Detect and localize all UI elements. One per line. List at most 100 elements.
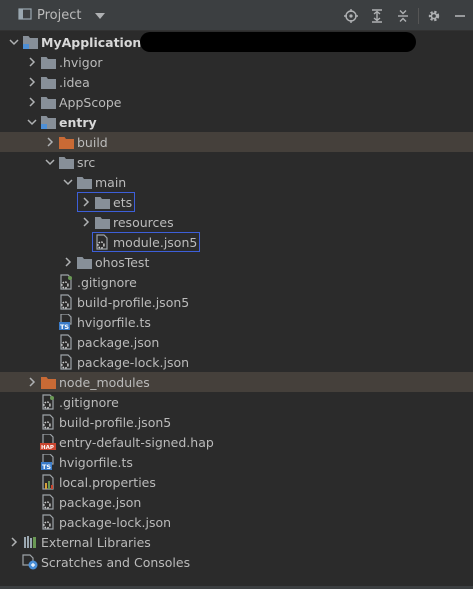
tree-row[interactable]: build-profile.json5 — [0, 292, 473, 312]
module-folder-icon — [22, 34, 38, 50]
chevron-right-icon[interactable] — [60, 252, 76, 272]
tree-row[interactable]: MyApplication — [0, 32, 473, 52]
arrow-spacer — [6, 552, 22, 572]
gitignore-file-icon — [58, 274, 74, 290]
tree-row[interactable]: local.properties — [0, 472, 473, 492]
tree-row[interactable]: .idea — [0, 72, 473, 92]
tree-row[interactable]: ohosTest — [0, 252, 473, 272]
folder-icon — [76, 174, 92, 190]
tree-row[interactable]: Scratches and Consoles — [0, 552, 473, 572]
gitignore-file-icon — [40, 394, 56, 410]
locate-icon[interactable] — [338, 0, 364, 31]
tree-item-label: External Libraries — [41, 534, 151, 550]
excluded-folder-icon — [58, 134, 74, 150]
tree-row[interactable]: .gitignore — [0, 272, 473, 292]
chevron-right-icon[interactable] — [24, 72, 40, 92]
chevron-right-icon[interactable] — [24, 52, 40, 72]
folder-icon — [58, 154, 74, 170]
arrow-spacer — [42, 292, 58, 312]
scratch-icon — [22, 554, 38, 570]
tree-row[interactable]: package.json — [0, 332, 473, 352]
tree-row[interactable]: resources — [0, 212, 473, 232]
chevron-right-icon[interactable] — [6, 532, 22, 552]
arrow-spacer — [42, 352, 58, 372]
tree-row[interactable]: External Libraries — [0, 532, 473, 552]
selection-highlight-box — [77, 192, 135, 212]
folder-icon — [40, 94, 56, 110]
arrow-spacer — [24, 492, 40, 512]
hap-file-icon: HAP — [40, 434, 56, 450]
json-file-icon — [40, 414, 56, 430]
arrow-spacer — [42, 332, 58, 352]
chevron-right-icon[interactable] — [24, 92, 40, 112]
json-file-icon — [58, 354, 74, 370]
tree-item-label: .hvigor — [59, 54, 103, 70]
folder-icon — [94, 214, 110, 230]
tree-item-label: hvigorfile.ts — [59, 454, 133, 470]
json-file-icon — [40, 514, 56, 530]
chevron-down-icon[interactable] — [24, 112, 40, 132]
redaction-bar — [140, 32, 416, 52]
chevron-right-icon[interactable] — [78, 212, 94, 232]
tree-row[interactable]: AppScope — [0, 92, 473, 112]
tree-row[interactable]: ets — [0, 192, 473, 212]
arrow-spacer — [24, 412, 40, 432]
tree-row[interactable]: TS hvigorfile.ts — [0, 312, 473, 332]
tree-row[interactable]: package-lock.json — [0, 512, 473, 532]
tree-item-label: build-profile.json5 — [77, 294, 190, 310]
json-file-icon — [40, 494, 56, 510]
chevron-down-icon[interactable] — [42, 152, 58, 172]
tree-item-label: entry-default-signed.hap — [59, 434, 214, 450]
chevron-down-icon[interactable] — [60, 172, 76, 192]
folder-icon — [40, 54, 56, 70]
tree-row[interactable]: .gitignore — [0, 392, 473, 412]
svg-text:TS: TS — [60, 323, 69, 330]
tree-row[interactable]: entry — [0, 112, 473, 132]
json-file-icon — [58, 334, 74, 350]
project-panel-icon — [18, 7, 32, 24]
tree-row[interactable]: src — [0, 152, 473, 172]
tree-item-label: package-lock.json — [77, 354, 190, 370]
typescript-file-icon: TS — [58, 314, 74, 330]
settings-icon[interactable] — [421, 0, 447, 31]
toolbar-divider — [418, 7, 419, 24]
chevron-right-icon[interactable] — [24, 372, 40, 392]
svg-text:HAP: HAP — [41, 445, 54, 450]
collapse-all-icon[interactable] — [390, 0, 416, 31]
tree-item-label: MyApplication — [41, 34, 142, 50]
arrow-spacer — [24, 392, 40, 412]
tree-item-label: package.json — [77, 334, 160, 350]
tree-row[interactable]: module.json5 — [0, 232, 473, 252]
tree-row[interactable]: node_modules — [0, 372, 473, 392]
tree-row[interactable]: .hvigor — [0, 52, 473, 72]
json-file-icon — [58, 294, 74, 310]
tree-row[interactable]: build — [0, 132, 473, 152]
chevron-right-icon[interactable] — [42, 132, 58, 152]
arrow-spacer — [24, 512, 40, 532]
tree-row[interactable]: main — [0, 172, 473, 192]
chevron-down-icon[interactable] — [95, 12, 106, 19]
project-view-selector[interactable]: Project — [18, 7, 106, 24]
tree-item-label: Scratches and Consoles — [41, 554, 191, 570]
chevron-down-icon[interactable] — [6, 32, 22, 52]
tree-row[interactable]: HAP entry-default-signed.hap — [0, 432, 473, 452]
tree-item-label: local.properties — [59, 474, 156, 490]
hide-icon[interactable] — [447, 0, 473, 31]
arrow-spacer — [42, 272, 58, 292]
tree-item-label: .gitignore — [77, 274, 137, 290]
tree-item-label: hvigorfile.ts — [77, 314, 151, 330]
properties-file-icon — [40, 474, 56, 490]
tree-row[interactable]: TS hvigorfile.ts — [0, 452, 473, 472]
tree-row[interactable]: package-lock.json — [0, 352, 473, 372]
tree-item-label: src — [77, 154, 96, 170]
tree-row[interactable]: package.json — [0, 492, 473, 512]
expand-all-icon[interactable] — [364, 0, 390, 31]
tree-item-label: node_modules — [59, 374, 150, 390]
selection-highlight-box — [92, 232, 200, 252]
tree-item-label: build — [77, 134, 108, 150]
tree-item-label: resources — [113, 214, 174, 230]
module-folder-icon — [40, 114, 56, 130]
tree-item-label: entry — [59, 114, 97, 130]
panel-title: Project — [37, 8, 82, 23]
tree-row[interactable]: build-profile.json5 — [0, 412, 473, 432]
